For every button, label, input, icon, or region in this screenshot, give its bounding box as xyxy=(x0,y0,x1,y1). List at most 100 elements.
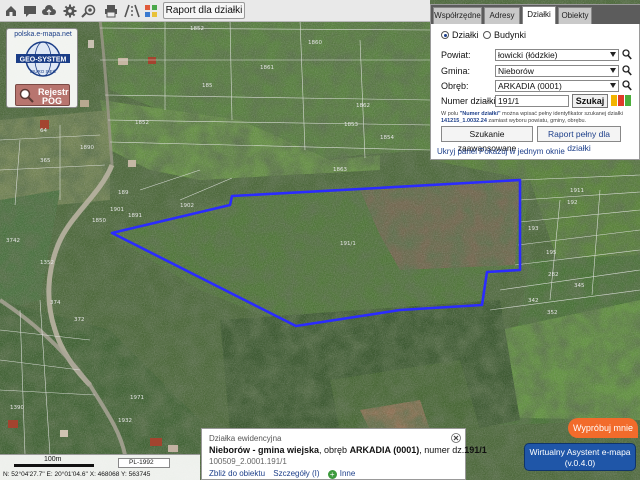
parcel-label: 1854 xyxy=(380,135,394,141)
parcel-label: 365 xyxy=(40,158,51,164)
details-link[interactable]: Szczegóły (I) xyxy=(273,469,319,478)
info-gmina: Nieborów - gmina wiejska xyxy=(209,445,320,455)
search-icon[interactable] xyxy=(622,49,632,60)
assistant-version: (v.0.4.0) xyxy=(564,458,596,468)
try-me-button[interactable]: Wypróbuj mnie xyxy=(568,418,638,438)
info-numer-prefix: , numer dz. xyxy=(419,445,465,455)
single-window-link[interactable]: Pokazuj w jednym oknie xyxy=(479,147,565,156)
parcel-label: 342 xyxy=(528,298,539,304)
parcel-label: 195 xyxy=(546,250,557,256)
parcel-label: 1902 xyxy=(180,203,194,209)
parcel-label: 372 xyxy=(74,317,85,323)
gear-icon[interactable] xyxy=(61,2,78,19)
scale-box: 100m PL-1992 N: 52°04'27.7'' E: 20°01'04… xyxy=(0,454,200,480)
full-report-button[interactable]: Raport pełny dla działki xyxy=(537,126,621,153)
parcel-label: 1891 xyxy=(128,213,142,219)
search-button[interactable]: Szukaj xyxy=(572,94,608,108)
powiat-label: Powiat: xyxy=(441,50,471,60)
status-green xyxy=(625,95,631,106)
parcel-label: 3742 xyxy=(6,238,20,244)
parcel-label: 64 xyxy=(40,128,47,134)
search-icon[interactable] xyxy=(622,65,632,76)
tab-dzialki[interactable]: Działki xyxy=(522,6,556,24)
parcel-label: 1853 xyxy=(344,122,358,128)
site-name: polska.e-mapa.net xyxy=(14,31,72,38)
more-link[interactable]: + Inne xyxy=(327,469,355,479)
parcel-label: 1850 xyxy=(92,218,106,224)
parcel-label: 1890 xyxy=(80,145,94,151)
parcel-label: 1861 xyxy=(260,65,274,71)
print-icon[interactable] xyxy=(102,2,119,19)
top-toolbar: Raport dla działki xyxy=(0,0,430,22)
chevron-down-icon xyxy=(610,52,616,57)
geo-system-logo[interactable]: GEO-SYSTEM BIURO SIEĆ xyxy=(14,40,72,78)
chevron-down-icon xyxy=(610,68,616,73)
scale-label: 100m xyxy=(44,456,62,463)
parcel-label: 191/1 xyxy=(340,241,356,247)
numer-label: Numer działki: xyxy=(441,96,499,106)
grid-icon[interactable] xyxy=(142,2,159,19)
cloud-icon[interactable] xyxy=(40,2,57,19)
panel-tabs: Współrzędne Adresy Działki Obiekty xyxy=(431,5,640,24)
help-example: 141215_1.0032.24 xyxy=(441,118,487,124)
info-description: Nieborów - gmina wiejska, obręb ARKADIA … xyxy=(209,445,487,455)
info-links: Zbliż do obiektu Szczegóły (I) + Inne xyxy=(209,469,361,479)
street-view-icon[interactable] xyxy=(80,2,97,19)
zoom-to-object-link[interactable]: Zbliż do obiektu xyxy=(209,469,265,478)
search-panel: Współrzędne Adresy Działki Obiekty Dział… xyxy=(430,4,640,160)
info-numer: 191/1 xyxy=(464,445,487,455)
report-button[interactable]: Raport dla działki xyxy=(163,2,245,19)
parcel-label: 1862 xyxy=(356,103,370,109)
advanced-search-button[interactable]: Szukanie zaawansowane xyxy=(441,126,533,153)
gmina-value: Nieborów xyxy=(498,66,534,76)
home-icon[interactable] xyxy=(2,2,19,19)
road-icon[interactable] xyxy=(123,2,140,19)
parcel-label: 1352 xyxy=(40,260,54,266)
radio-dzialki[interactable]: Działki xyxy=(441,30,479,40)
help-text-1: można wpisać pełny identyfikator szukane… xyxy=(502,111,623,117)
tab-adresy[interactable]: Adresy xyxy=(484,7,520,24)
help-text: W polu "Numer działki" można wpisać pełn… xyxy=(441,111,635,125)
radio-dzialki-label: Działki xyxy=(452,30,479,40)
parcel-info-popup: Działka ewidencyjna Nieborów - gmina wie… xyxy=(201,428,487,480)
assistant-title: Wirtualny Asystent e-mapa xyxy=(529,447,631,457)
parcel-label: 374 xyxy=(50,300,61,306)
parcel-label: 192 xyxy=(567,200,578,206)
parcel-label: 345 xyxy=(574,283,585,289)
hide-panel-link[interactable]: Ukryj panel xyxy=(437,147,477,156)
parcel-label: 1901 xyxy=(110,207,124,213)
gmina-label: Gmina: xyxy=(441,66,471,76)
virtual-assistant-button[interactable]: Wirtualny Asystent e-mapa (v.0.4.0) xyxy=(524,443,636,471)
parcel-label: 185 xyxy=(202,83,213,89)
radio-budynki[interactable]: Budynki xyxy=(483,30,526,40)
crs-select[interactable]: PL-1992 xyxy=(118,458,170,468)
parcel-label: 1863 xyxy=(333,167,347,173)
obreb-select[interactable]: ARKADIA (0001) xyxy=(495,80,619,92)
parcel-label: 1932 xyxy=(118,418,132,424)
parcel-label: 193 xyxy=(528,226,539,232)
parcel-label: 1852 xyxy=(190,26,204,32)
info-obreb-prefix: , obręb xyxy=(319,445,350,455)
gmina-select[interactable]: Nieborów xyxy=(495,65,619,77)
tab-wspolrzedne[interactable]: Współrzędne xyxy=(433,7,482,24)
crs-value: PL-1992 xyxy=(129,459,154,466)
parcel-label: 1390 xyxy=(10,405,24,411)
search-icon[interactable] xyxy=(622,80,632,91)
rejestr-pog-button[interactable]: Rejestr POG xyxy=(15,84,70,106)
radio-dot xyxy=(483,31,491,39)
info-obreb: ARKADIA (0001) xyxy=(349,445,420,455)
tab-obiekty[interactable]: Obiekty xyxy=(558,7,592,24)
powiat-select[interactable]: łowicki (łódzkie) xyxy=(495,49,619,61)
help-quote: "Numer działki" xyxy=(459,111,501,117)
parcel-label: 282 xyxy=(548,272,559,278)
parcel-label: 1971 xyxy=(130,395,144,401)
chat-icon[interactable] xyxy=(21,2,38,19)
parcel-label: 352 xyxy=(547,310,558,316)
obreb-value: ARKADIA (0001) xyxy=(498,81,562,91)
parcel-number-input[interactable]: 191/1 xyxy=(495,95,569,107)
parcel-label: 1911 xyxy=(570,188,584,194)
powiat-value: łowicki (łódzkie) xyxy=(498,50,558,60)
close-icon[interactable] xyxy=(451,433,461,443)
brand-text: GEO-SYSTEM xyxy=(20,57,67,64)
plus-icon: + xyxy=(327,470,337,479)
